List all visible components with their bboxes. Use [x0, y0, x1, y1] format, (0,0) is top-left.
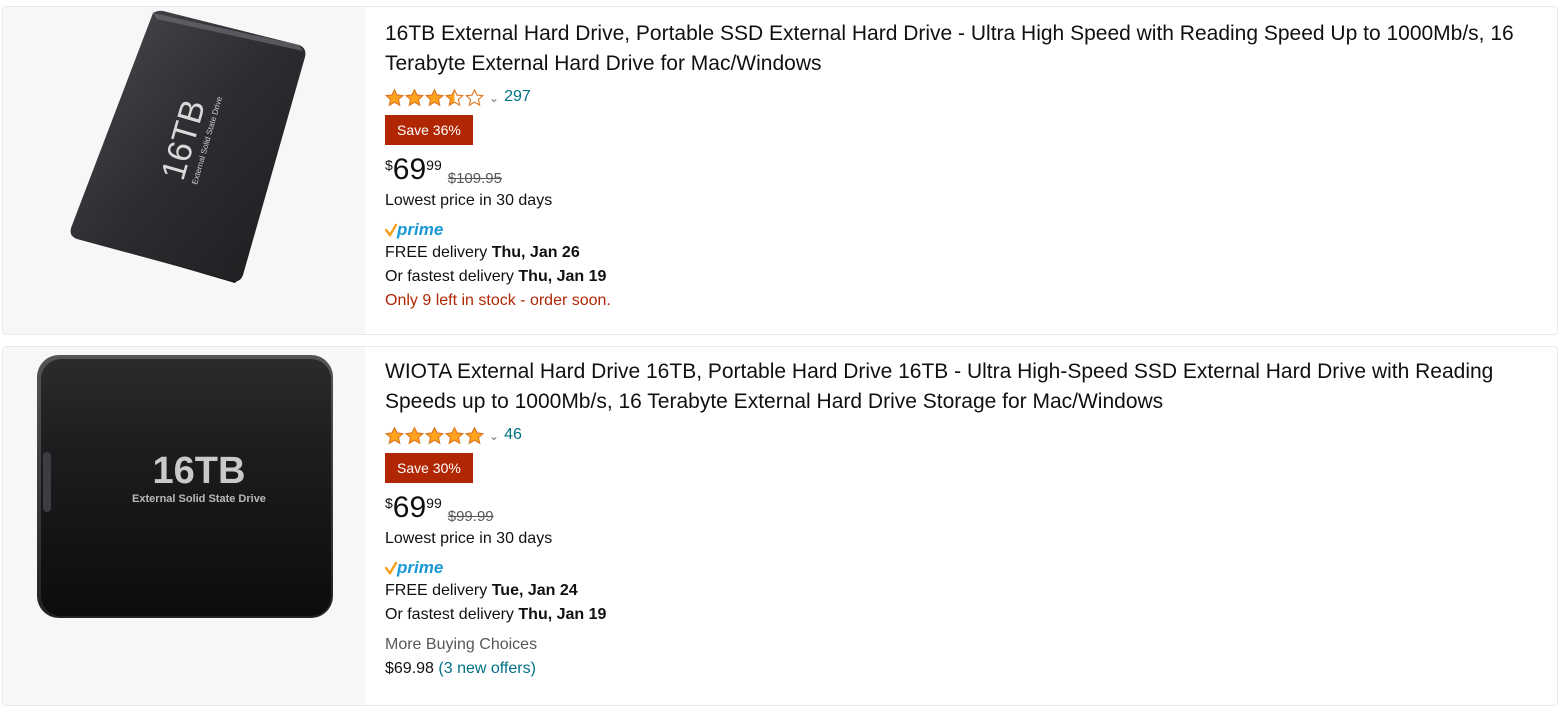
star-icon — [425, 88, 444, 106]
list-price: $109.95 — [447, 170, 502, 187]
image-capacity-text: 16TB — [153, 450, 246, 492]
save-badge: Save 36% — [385, 115, 473, 145]
product-info: 16TB External Hard Drive, Portable SSD E… — [384, 7, 1517, 313]
chevron-down-icon[interactable]: ⌄ — [489, 429, 499, 443]
save-badge: Save 30% — [385, 453, 473, 483]
product-image[interactable]: 16TB External Solid State Drive — [3, 7, 365, 334]
star-rating[interactable] — [385, 426, 485, 445]
price[interactable]: $ 69 99 $109.95 — [385, 155, 1517, 189]
image-sublabel-text: External Solid State Drive — [132, 493, 266, 505]
star-icon — [445, 88, 464, 106]
hard-drive-image: 16TB External Solid State Drive — [37, 355, 333, 618]
fastest-delivery-info: Or fastest delivery Thu, Jan 19 — [385, 603, 1517, 627]
delivery-date: Tue, Jan 24 — [491, 582, 578, 599]
product-card-1: 16TB External Solid State Drive 16TB Ext… — [2, 6, 1558, 335]
product-info: WIOTA External Hard Drive 16TB, Portable… — [384, 347, 1517, 681]
price[interactable]: $ 69 99 $99.99 — [385, 493, 1517, 527]
fastest-delivery-info: Or fastest delivery Thu, Jan 19 — [385, 265, 1517, 289]
star-icon — [405, 88, 424, 106]
svg-text:prime: prime — [396, 220, 443, 239]
more-buying-choices-label: More Buying Choices — [385, 636, 538, 653]
delivery-info: FREE delivery Tue, Jan 24 — [385, 579, 1517, 603]
price-whole: 69 — [392, 153, 427, 186]
usb-port-icon — [43, 452, 51, 512]
price-fraction: 99 — [426, 495, 442, 511]
star-icon — [465, 426, 484, 444]
prime-logo-icon: prime — [384, 558, 443, 577]
svg-text:prime: prime — [396, 558, 443, 577]
price-fraction: 99 — [426, 157, 442, 173]
price-note: Lowest price in 30 days — [385, 192, 553, 209]
list-price: $99.99 — [447, 508, 494, 525]
more-buying-choices: $69.98 (3 new offers) — [385, 657, 1517, 681]
star-icon — [385, 426, 404, 444]
price-symbol: $ — [385, 157, 393, 173]
more-choices-price: $69.98 — [385, 660, 434, 677]
prime-badge: prime — [384, 219, 1517, 241]
price-symbol: $ — [385, 495, 393, 511]
prime-badge: prime — [384, 557, 1517, 579]
rating-count-link[interactable]: 297 — [504, 88, 531, 106]
product-title-link[interactable]: WIOTA External Hard Drive 16TB, Portable… — [385, 357, 1517, 417]
prime-logo-icon: prime — [384, 220, 443, 239]
star-icon — [425, 426, 444, 444]
product-title-link[interactable]: 16TB External Hard Drive, Portable SSD E… — [385, 19, 1517, 79]
delivery-info: FREE delivery Thu, Jan 26 — [385, 241, 1517, 265]
chevron-down-icon[interactable]: ⌄ — [489, 91, 499, 105]
rating-count-link[interactable]: 46 — [504, 426, 522, 444]
product-image[interactable]: 16TB External Solid State Drive — [3, 347, 365, 705]
delivery-date: Thu, Jan 26 — [491, 244, 580, 261]
star-rating[interactable] — [385, 88, 485, 107]
stock-note: Only 9 left in stock - order soon. — [385, 292, 611, 309]
hard-drive-image: 16TB External Solid State Drive — [70, 10, 306, 283]
star-icon — [465, 88, 484, 106]
price-whole: 69 — [392, 491, 427, 524]
fastest-delivery-label: Or fastest delivery — [385, 268, 514, 285]
fastest-delivery-date: Thu, Jan 19 — [518, 606, 607, 623]
new-offers-link[interactable]: (3 new offers) — [438, 660, 536, 677]
star-icon — [405, 426, 424, 444]
rating-row: ⌄ 297 — [385, 85, 1517, 109]
star-icon — [385, 88, 404, 106]
fastest-delivery-label: Or fastest delivery — [385, 606, 514, 623]
fastest-delivery-date: Thu, Jan 19 — [518, 268, 607, 285]
product-card-2: 16TB External Solid State Drive WIOTA Ex… — [2, 346, 1558, 706]
delivery-label: FREE delivery — [385, 582, 488, 599]
rating-row: ⌄ 46 — [385, 423, 1517, 447]
delivery-label: FREE delivery — [385, 244, 488, 261]
price-note: Lowest price in 30 days — [385, 530, 553, 547]
star-icon — [445, 426, 464, 444]
